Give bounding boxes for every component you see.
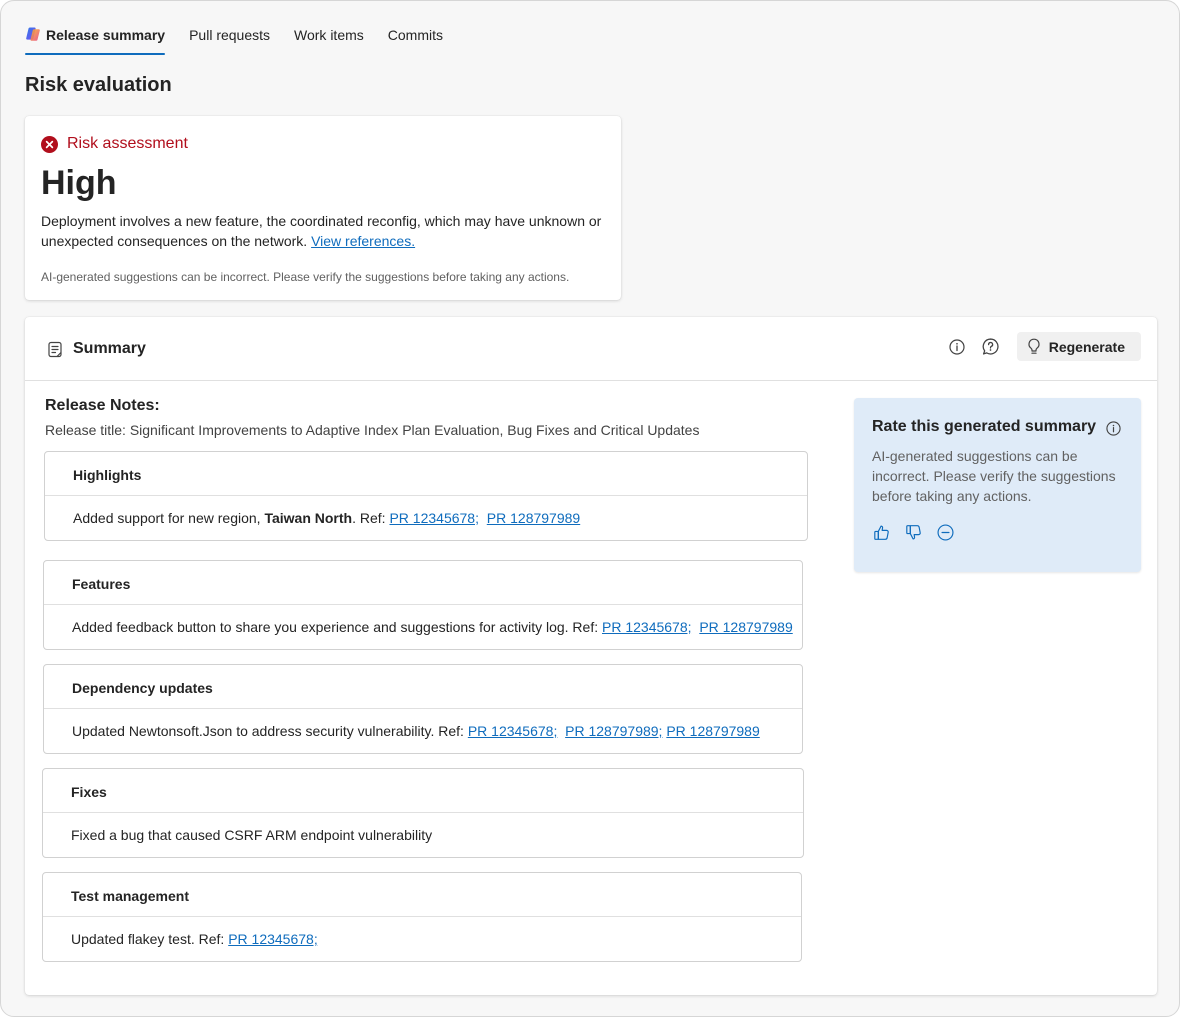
view-references-link[interactable]: View references.: [311, 233, 415, 249]
summary-actions: Regenerate: [947, 332, 1141, 361]
section-text: Added support for new region,: [73, 510, 265, 526]
section-test-management: Test management Updated flakey test. Ref…: [42, 872, 802, 962]
rate-summary-panel: Rate this generated summary AI-generated…: [854, 398, 1141, 572]
regenerate-label: Regenerate: [1048, 338, 1125, 355]
risk-heading-label: Risk assessment: [67, 135, 188, 152]
info-button[interactable]: [947, 337, 967, 357]
section-dependency-updates: Dependency updates Updated Newtonsoft.Js…: [43, 664, 803, 754]
lightbulb-icon: [1028, 338, 1040, 354]
rate-actions: [872, 523, 954, 541]
pr-link[interactable]: PR 128797989: [699, 619, 792, 635]
section-text: Updated Newtonsoft.Json to address secur…: [72, 723, 468, 739]
region-name: Taiwan North: [264, 510, 353, 526]
rate-info-button[interactable]: [1103, 418, 1123, 438]
section-body: Added support for new region, Taiwan Nor…: [45, 496, 807, 540]
thumbs-up-button[interactable]: [872, 523, 890, 541]
section-fixes: Fixes Fixed a bug that caused CSRF ARM e…: [42, 768, 804, 858]
tab-release-summary[interactable]: Release summary: [25, 23, 166, 55]
section-text: Fixed a bug that caused CSRF ARM endpoin…: [71, 827, 433, 843]
tab-label: Release summary: [46, 27, 166, 43]
section-text: Updated flakey test. Ref:: [71, 931, 229, 947]
release-title: Release title: Significant Improvements …: [45, 422, 700, 438]
thumbs-up-icon: [873, 525, 889, 540]
risk-description: Deployment involves a new feature, the c…: [41, 211, 609, 251]
tab-pull-requests[interactable]: Pull requests: [189, 23, 270, 55]
tab-label: Pull requests: [189, 27, 271, 43]
section-heading: Highlights: [45, 452, 807, 496]
summary-title: Summary: [47, 340, 146, 358]
info-icon: [949, 338, 965, 355]
pr-link[interactable]: PR 128797989;: [565, 723, 662, 739]
pr-link[interactable]: PR 12345678;: [602, 619, 692, 635]
tab-label: Commits: [387, 27, 443, 43]
neutral-button[interactable]: [936, 523, 954, 541]
minus-circle-icon: [936, 523, 954, 541]
section-text: . Ref:: [352, 510, 390, 526]
pr-link[interactable]: PR 12345678;: [228, 931, 318, 947]
risk-level: High: [41, 164, 117, 202]
pr-link[interactable]: PR 128797989: [487, 510, 580, 526]
regenerate-button[interactable]: Regenerate: [1016, 332, 1141, 361]
risk-disclaimer: AI-generated suggestions can be incorrec…: [41, 270, 570, 284]
section-highlights: Highlights Added support for new region,…: [44, 451, 808, 541]
section-heading: Test management: [43, 873, 801, 917]
rate-title: Rate this generated summary: [872, 418, 1097, 435]
section-features: Features Added feedback button to share …: [43, 560, 803, 650]
release-notes-heading: Release Notes:: [45, 397, 160, 414]
section-body: Updated flakey test. Ref: PR 12345678;: [43, 917, 801, 961]
release-page: Release summary Pull requests Work items…: [0, 0, 1180, 1017]
section-heading: Features: [44, 561, 802, 605]
tab-work-items[interactable]: Work items: [294, 23, 364, 55]
thumbs-down-button[interactable]: [904, 523, 922, 541]
rate-disclaimer: AI-generated suggestions can be incorrec…: [872, 448, 1116, 504]
summary-card: Summary Regenerate Release Notes: Releas…: [25, 317, 1157, 995]
page-title: Risk evaluation: [25, 74, 172, 96]
info-icon: [1105, 420, 1121, 436]
copilot-icon: [26, 27, 40, 41]
tab-label: Work items: [294, 27, 364, 43]
section-heading: Fixes: [43, 769, 803, 813]
section-body: Added feedback button to share you exper…: [44, 605, 802, 649]
pr-link[interactable]: PR 12345678;: [468, 723, 558, 739]
notes-icon: [48, 341, 62, 357]
tab-bar: Release summary Pull requests Work items…: [25, 23, 443, 55]
help-chat-icon: [982, 338, 999, 355]
risk-assessment-card: Risk assessment High Deployment involves…: [25, 116, 621, 300]
summary-header: Summary Regenerate: [25, 317, 1157, 381]
section-body: Fixed a bug that caused CSRF ARM endpoin…: [43, 813, 803, 857]
section-text: Added feedback button to share you exper…: [72, 619, 602, 635]
error-circle-icon: [41, 135, 58, 153]
section-body: Updated Newtonsoft.Json to address secur…: [44, 709, 802, 753]
section-heading: Dependency updates: [44, 665, 802, 709]
summary-title-label: Summary: [73, 340, 146, 357]
risk-heading: Risk assessment: [41, 135, 188, 153]
tab-commits[interactable]: Commits: [388, 23, 443, 55]
pr-link[interactable]: PR 12345678;: [389, 510, 479, 526]
help-button[interactable]: [981, 337, 1001, 357]
pr-link[interactable]: PR 128797989: [666, 723, 759, 739]
thumbs-down-icon: [905, 524, 921, 539]
